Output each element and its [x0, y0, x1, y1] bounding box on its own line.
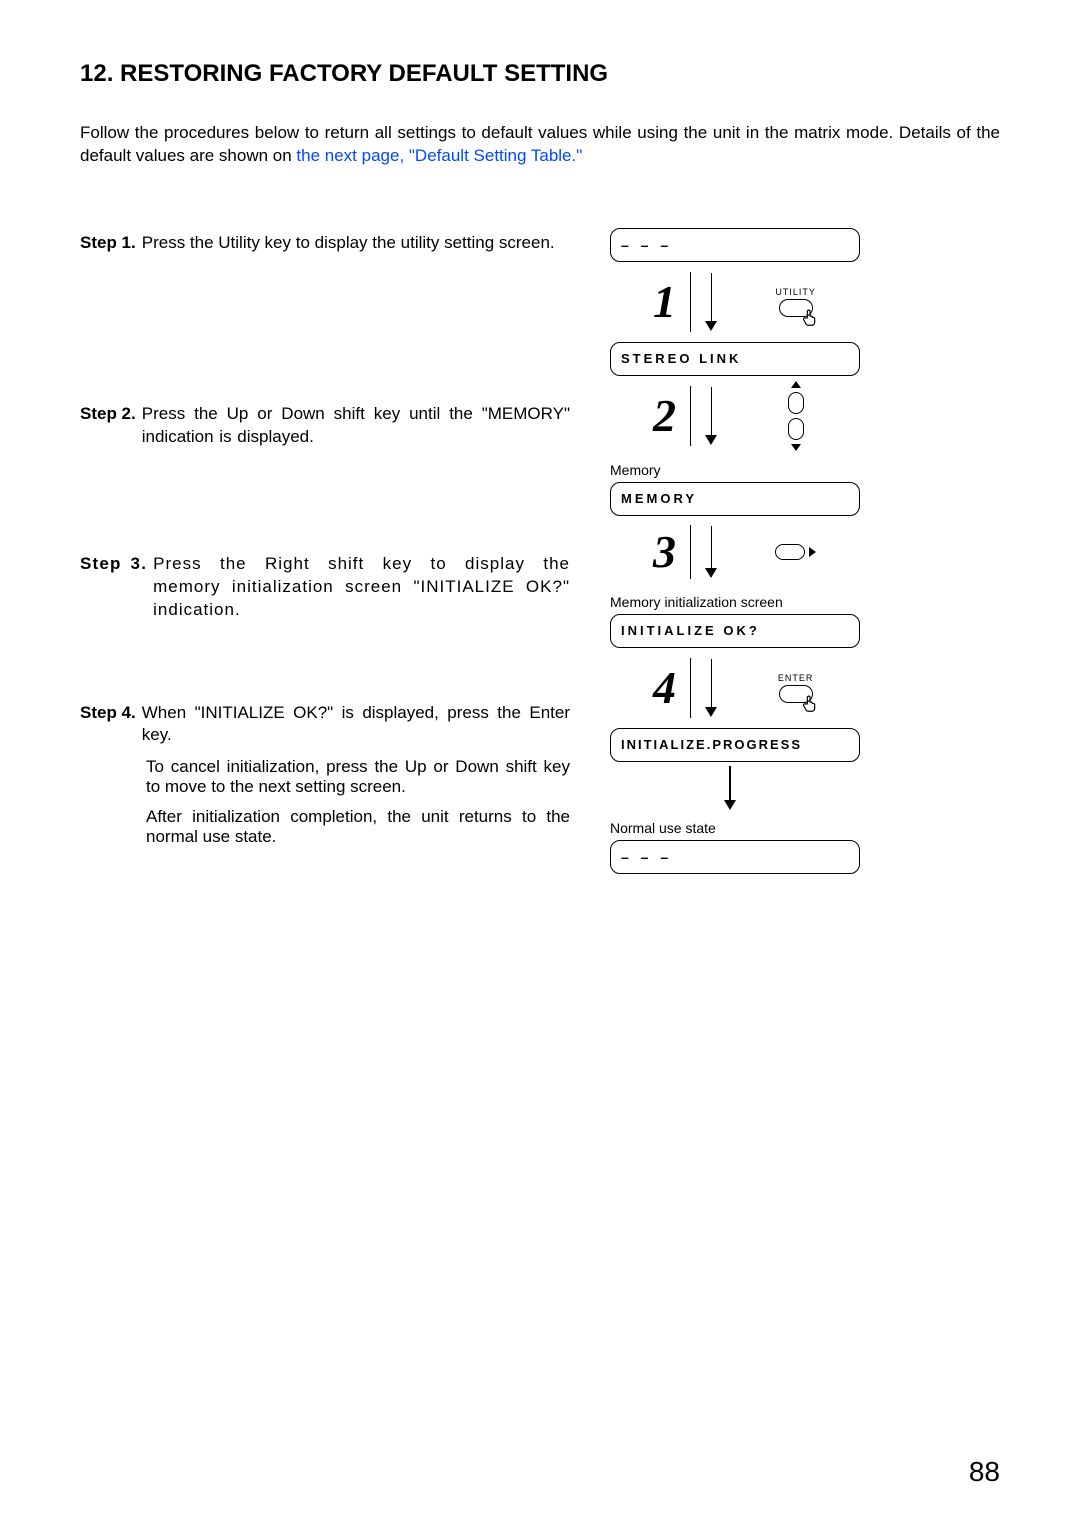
stage-2-number: 2 [610, 389, 690, 442]
step-3-text: Press the Right shift key to display the… [153, 553, 570, 622]
step-3: Step 3. Press the Right shift key to dis… [80, 553, 570, 622]
right-key-icon [775, 544, 805, 560]
arrow-down-icon [691, 526, 731, 578]
step-4-sub1: To cancel initialization, press the Up o… [146, 757, 570, 797]
utility-label: UTILITY [775, 287, 816, 297]
step-3-label: Step 3. [80, 553, 153, 622]
stage-2: 2 [610, 376, 860, 456]
lcd-stereo-link: STEREO LINK [610, 342, 860, 376]
step-1-text: Press the Utility key to display the uti… [142, 232, 570, 255]
intro-paragraph: Follow the procedures below to return al… [80, 122, 1000, 168]
step-2: Step 2. Press the Up or Down shift key u… [80, 403, 570, 449]
step-2-text: Press the Up or Down shift key until the… [142, 403, 570, 449]
stage-4-number: 4 [610, 661, 690, 714]
arrow-down-icon [724, 766, 736, 810]
steps-column: Step 1. Press the Utility key to display… [80, 228, 570, 848]
step-4: Step 4. When "INITIALIZE OK?" is display… [80, 702, 570, 848]
triangle-up-icon [791, 381, 801, 388]
page-number: 88 [969, 1456, 1000, 1488]
step-4-text: When "INITIALIZE OK?" is displayed, pres… [142, 702, 570, 748]
diagram-column: – – – 1 UTILITY ST [600, 228, 860, 874]
lcd-memory: MEMORY [610, 482, 860, 516]
up-down-keys-icon [731, 381, 860, 451]
lcd-initialize-ok: INITIALIZE OK? [610, 614, 860, 648]
stage-4: 4 ENTER [610, 648, 860, 728]
arrow-down-icon [691, 659, 731, 717]
stage-3-number: 3 [610, 525, 690, 578]
lcd-initialize-progress: INITIALIZE.PROGRESS [610, 728, 860, 762]
enter-key-icon [779, 685, 813, 703]
stage-1-number: 1 [610, 275, 690, 328]
mem-init-caption: Memory initialization screen [610, 594, 860, 610]
pointer-hand-icon [800, 692, 822, 714]
stage-1: 1 UTILITY [610, 262, 860, 342]
step-4-sub2: After initialization completion, the uni… [146, 807, 570, 847]
step-1-label: Step 1. [80, 232, 142, 255]
lcd-initialize-progress-text: INITIALIZE.PROGRESS [621, 737, 802, 752]
lcd-initial-text: – – – [621, 237, 672, 253]
lcd-initial: – – – [610, 228, 860, 262]
normal-use-caption: Normal use state [610, 820, 860, 836]
pointer-hand-icon [800, 306, 822, 328]
right-key-icon-group [731, 544, 860, 560]
utility-button-icon: UTILITY [731, 287, 860, 317]
arrow-down-icon [691, 273, 731, 331]
step-1: Step 1. Press the Utility key to display… [80, 232, 570, 255]
enter-label: ENTER [778, 673, 814, 683]
up-key-icon [788, 392, 804, 414]
lcd-normal-text: – – – [621, 849, 672, 865]
lcd-normal: – – – [610, 840, 860, 874]
enter-button-icon: ENTER [731, 673, 860, 703]
down-key-icon [788, 418, 804, 440]
step-2-label: Step 2. [80, 403, 142, 449]
default-setting-table-link[interactable]: the next page, "Default Setting Table." [296, 146, 582, 165]
stage-3: 3 [610, 516, 860, 588]
arrow-down-icon [691, 387, 731, 445]
memory-caption: Memory [610, 462, 860, 478]
section-title: 12. RESTORING FACTORY DEFAULT SETTING [80, 60, 1000, 88]
triangle-down-icon [791, 444, 801, 451]
lcd-initialize-ok-text: INITIALIZE OK? [621, 623, 760, 638]
triangle-right-icon [809, 547, 816, 557]
utility-key-icon [779, 299, 813, 317]
lcd-memory-text: MEMORY [621, 491, 697, 506]
lcd-stereo-link-text: STEREO LINK [621, 351, 741, 366]
step-4-label: Step 4. [80, 702, 142, 748]
